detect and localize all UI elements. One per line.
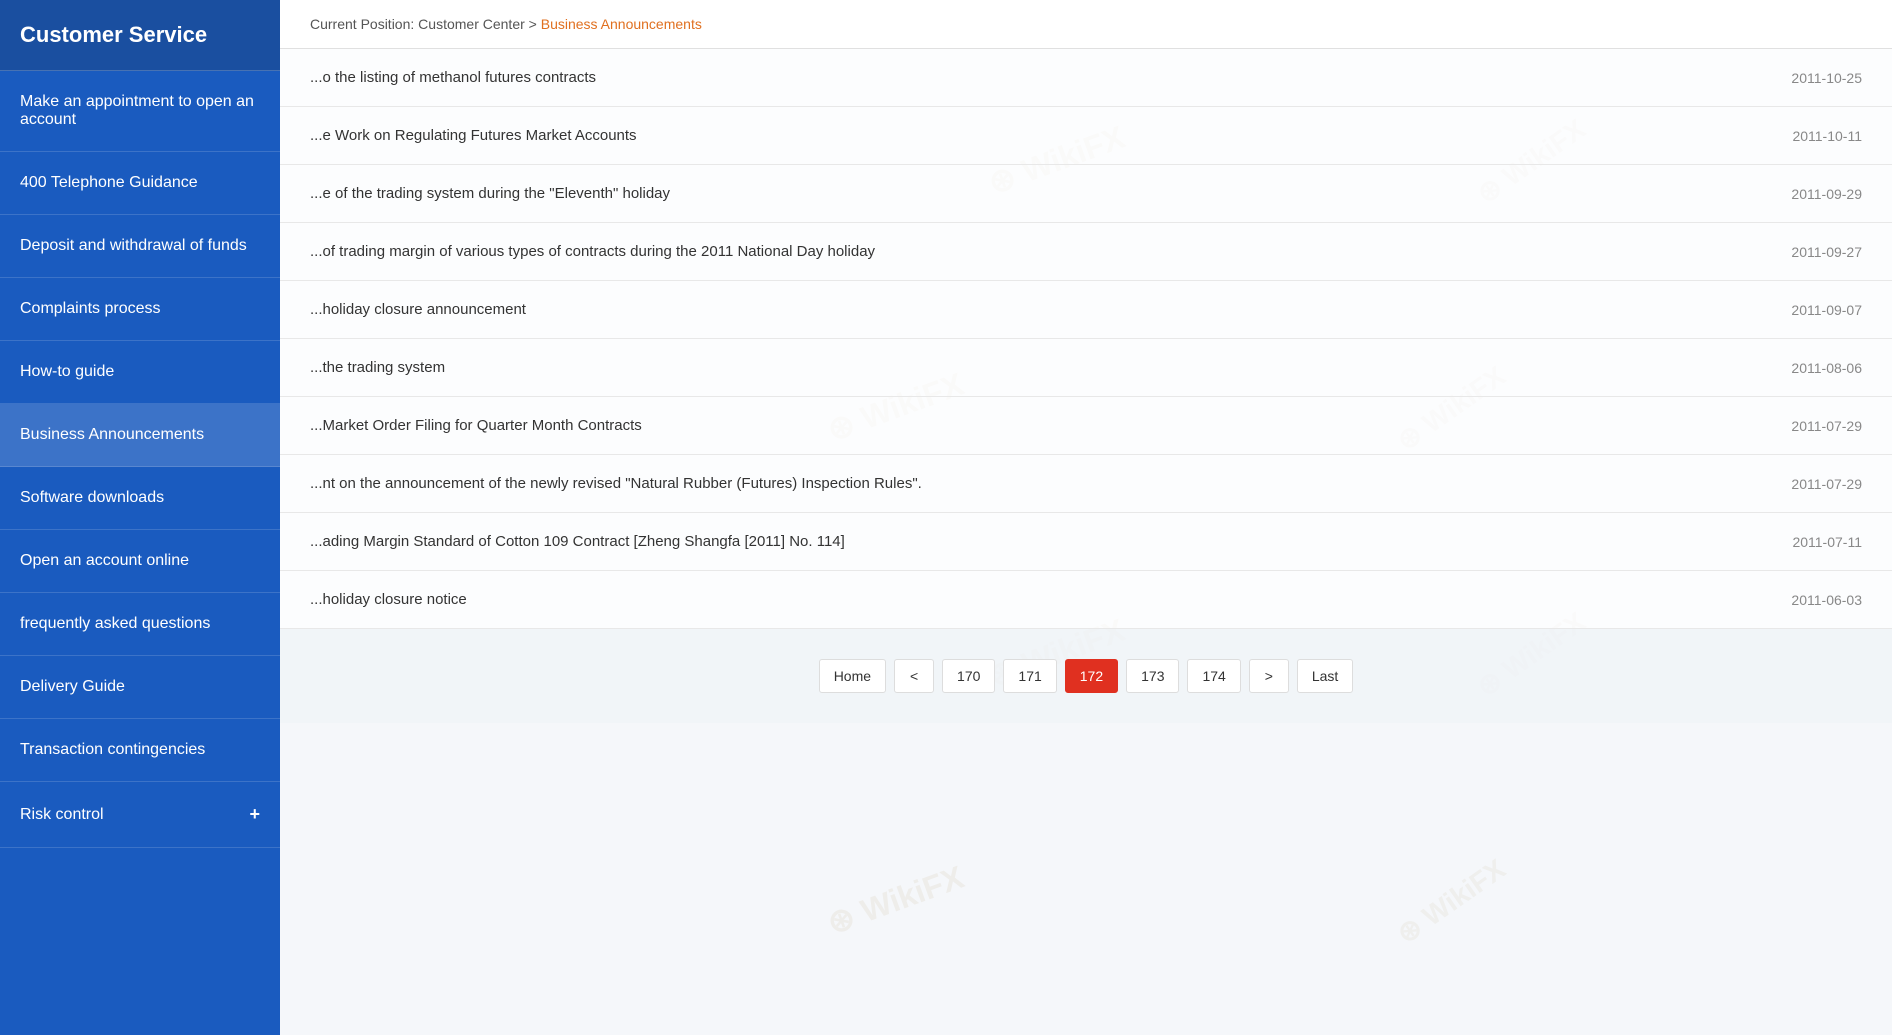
article-row[interactable]: ...e of the trading system during the "E… bbox=[280, 165, 1892, 223]
article-row[interactable]: ...holiday closure notice 2011-06-03 bbox=[280, 571, 1892, 629]
sidebar-item-business-announcements[interactable]: Business Announcements bbox=[0, 404, 280, 467]
sidebar-item-deposit-withdrawal[interactable]: Deposit and withdrawal of funds bbox=[0, 215, 280, 278]
article-row[interactable]: ...Market Order Filing for Quarter Month… bbox=[280, 397, 1892, 455]
sidebar-item-label: frequently asked questions bbox=[20, 615, 210, 633]
article-date: 2011-09-07 bbox=[1791, 302, 1862, 318]
sidebar-item-label: How-to guide bbox=[20, 363, 114, 381]
article-row[interactable]: ...the trading system 2011-08-06 bbox=[280, 339, 1892, 397]
pagination-page-173[interactable]: 173 bbox=[1126, 659, 1179, 693]
pagination-page-171[interactable]: 171 bbox=[1003, 659, 1056, 693]
breadcrumb-separator: > bbox=[529, 16, 537, 32]
pagination-prev[interactable]: < bbox=[894, 659, 934, 693]
sidebar-item-make-appointment[interactable]: Make an appointment to open an account bbox=[0, 71, 280, 152]
article-date: 2011-06-03 bbox=[1791, 592, 1862, 608]
breadcrumb-home: Customer Center bbox=[418, 16, 525, 32]
article-title: ...e of the trading system during the "E… bbox=[310, 185, 1751, 202]
expand-icon[interactable]: + bbox=[249, 804, 260, 825]
article-date: 2011-07-29 bbox=[1791, 476, 1862, 492]
article-title: ...the trading system bbox=[310, 359, 1751, 376]
article-date: 2011-07-11 bbox=[1792, 534, 1862, 550]
pagination-page-172[interactable]: 172 bbox=[1065, 659, 1118, 693]
article-title: ...of trading margin of various types of… bbox=[310, 243, 1751, 260]
sidebar-item-label: Make an appointment to open an account bbox=[20, 93, 260, 129]
article-title: ...holiday closure notice bbox=[310, 591, 1751, 608]
pagination-page-170[interactable]: 170 bbox=[942, 659, 995, 693]
sidebar-item-how-to-guide[interactable]: How-to guide bbox=[0, 341, 280, 404]
sidebar-item-complaints-process[interactable]: Complaints process bbox=[0, 278, 280, 341]
article-row[interactable]: ...of trading margin of various types of… bbox=[280, 223, 1892, 281]
sidebar-item-label: Business Announcements bbox=[20, 426, 204, 444]
sidebar-item-telephone-guidance[interactable]: 400 Telephone Guidance bbox=[0, 152, 280, 215]
article-row[interactable]: ...ading Margin Standard of Cotton 109 C… bbox=[280, 513, 1892, 571]
sidebar-item-label: Transaction contingencies bbox=[20, 741, 205, 759]
sidebar-item-delivery-guide[interactable]: Delivery Guide bbox=[0, 656, 280, 719]
pagination-last[interactable]: Last bbox=[1297, 659, 1353, 693]
article-title: ...e Work on Regulating Futures Market A… bbox=[310, 127, 1752, 144]
watermark-instance: ⊛ WikiFX bbox=[821, 855, 969, 943]
sidebar-item-label: 400 Telephone Guidance bbox=[20, 174, 198, 192]
pagination-home[interactable]: Home bbox=[819, 659, 886, 693]
article-row[interactable]: ...e Work on Regulating Futures Market A… bbox=[280, 107, 1892, 165]
article-title: ...o the listing of methanol futures con… bbox=[310, 69, 1751, 86]
article-date: 2011-10-25 bbox=[1791, 70, 1862, 86]
sidebar-item-label: Complaints process bbox=[20, 300, 161, 318]
sidebar-item-label: Open an account online bbox=[20, 552, 189, 570]
breadcrumb-prefix: Current Position: bbox=[310, 16, 414, 32]
article-date: 2011-07-29 bbox=[1791, 418, 1862, 434]
pagination-next[interactable]: > bbox=[1249, 659, 1289, 693]
article-date: 2011-08-06 bbox=[1791, 360, 1862, 376]
article-date: 2011-10-11 bbox=[1792, 128, 1862, 144]
article-row[interactable]: ...o the listing of methanol futures con… bbox=[280, 49, 1892, 107]
article-title: ...ading Margin Standard of Cotton 109 C… bbox=[310, 533, 1752, 550]
article-date: 2011-09-29 bbox=[1791, 186, 1862, 202]
articles-list: ...o the listing of methanol futures con… bbox=[280, 49, 1892, 629]
sidebar-item-risk-control[interactable]: Risk control + bbox=[0, 782, 280, 848]
article-row[interactable]: ...nt on the announcement of the newly r… bbox=[280, 455, 1892, 513]
sidebar-item-transaction-contingencies[interactable]: Transaction contingencies bbox=[0, 719, 280, 782]
sidebar-item-open-account-online[interactable]: Open an account online bbox=[0, 530, 280, 593]
content-area: ⊛ WikiFX⊛ WikiFX⊛ WikiFX⊛ WikiFX⊛ WikiFX… bbox=[280, 49, 1892, 1035]
watermark-instance: ⊛ WikiFX bbox=[1384, 858, 1515, 940]
sidebar-item-software-downloads[interactable]: Software downloads bbox=[0, 467, 280, 530]
sidebar: Customer Service Make an appointment to … bbox=[0, 0, 280, 1035]
breadcrumb-current: Business Announcements bbox=[541, 16, 702, 32]
article-title: ...nt on the announcement of the newly r… bbox=[310, 475, 1751, 492]
pagination: Home<170171 172173174 >Last bbox=[280, 629, 1892, 723]
sidebar-header: Customer Service bbox=[0, 0, 280, 71]
sidebar-item-label: Software downloads bbox=[20, 489, 164, 507]
sidebar-item-faq[interactable]: frequently asked questions bbox=[0, 593, 280, 656]
sidebar-item-label: Delivery Guide bbox=[20, 678, 125, 696]
sidebar-item-label: Deposit and withdrawal of funds bbox=[20, 237, 247, 255]
sidebar-item-label: Risk control bbox=[20, 806, 104, 824]
main-content: Current Position: Customer Center > Busi… bbox=[280, 0, 1892, 1035]
pagination-page-174[interactable]: 174 bbox=[1187, 659, 1240, 693]
breadcrumb: Current Position: Customer Center > Busi… bbox=[280, 0, 1892, 49]
article-title: ...holiday closure announcement bbox=[310, 301, 1751, 318]
article-title: ...Market Order Filing for Quarter Month… bbox=[310, 417, 1751, 434]
article-row[interactable]: ...holiday closure announcement 2011-09-0… bbox=[280, 281, 1892, 339]
article-date: 2011-09-27 bbox=[1791, 244, 1862, 260]
